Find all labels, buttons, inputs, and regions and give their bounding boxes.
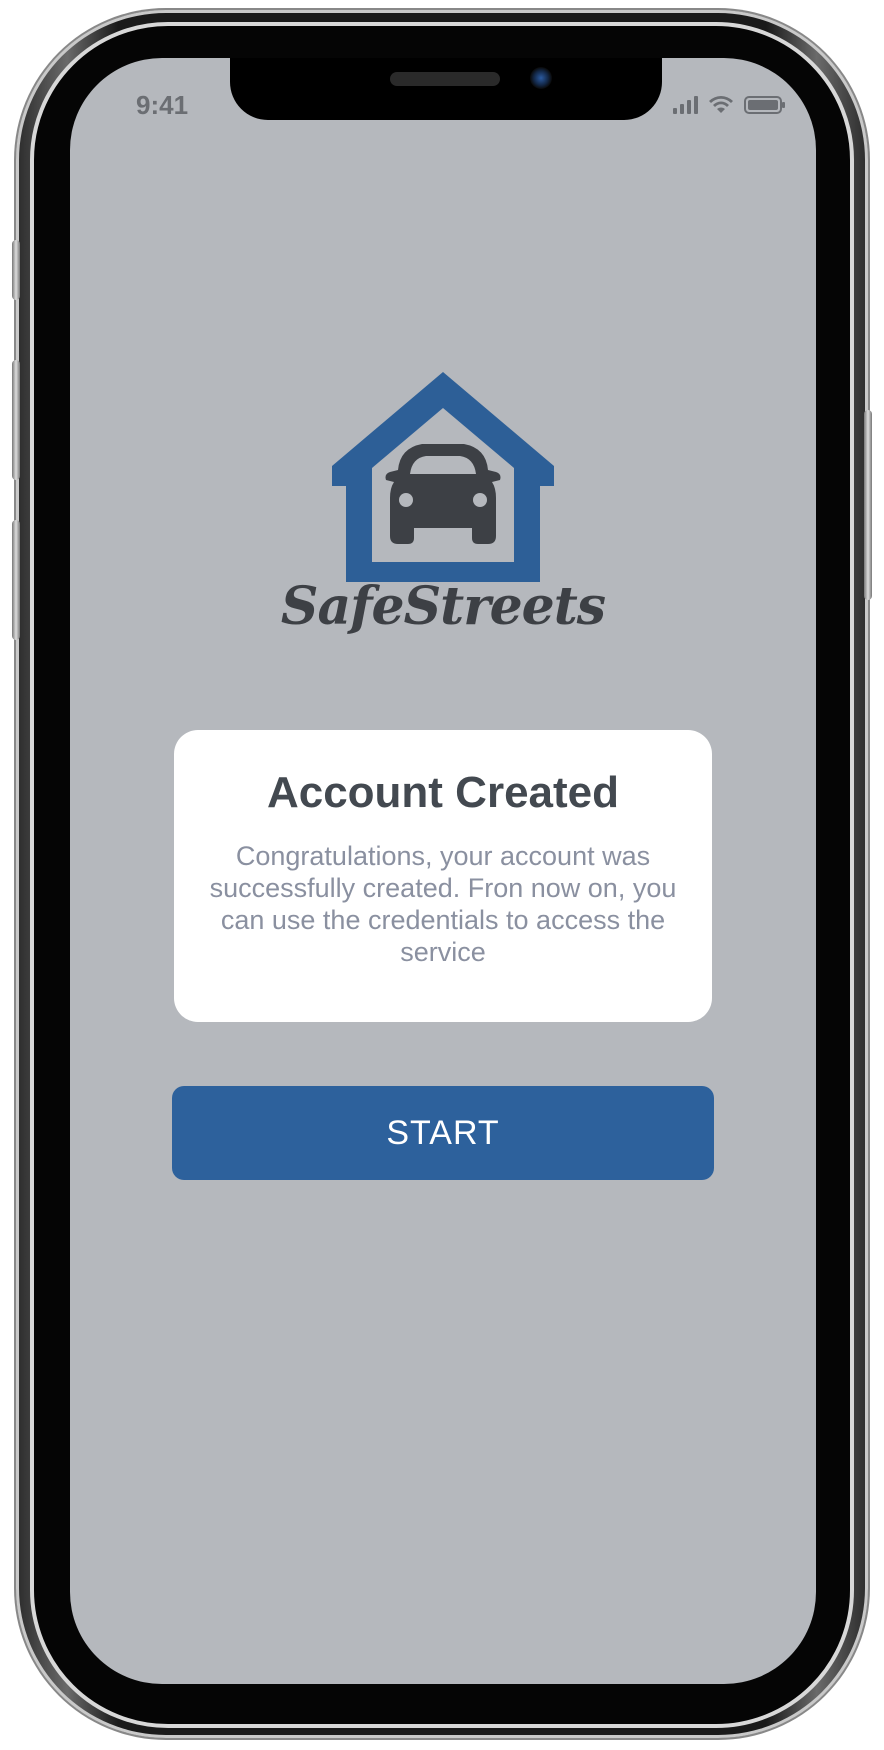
notch bbox=[230, 58, 662, 120]
speaker-grille bbox=[390, 72, 500, 86]
app-screen: 9:41 SafeStreets Account Created Congrat… bbox=[70, 58, 816, 1684]
start-button[interactable]: START bbox=[172, 1086, 714, 1180]
house-car-icon bbox=[332, 372, 554, 582]
card-title: Account Created bbox=[266, 768, 620, 817]
brand-name: SafeStreets bbox=[280, 576, 606, 637]
volume-up-button bbox=[12, 360, 20, 480]
wifi-icon bbox=[709, 96, 733, 113]
card-message: Congratulations, your account was succes… bbox=[209, 841, 677, 967]
status-icons bbox=[673, 94, 785, 114]
volume-down-button bbox=[12, 520, 20, 640]
signal-icon bbox=[673, 96, 698, 114]
battery-icon bbox=[744, 96, 785, 114]
status-time: 9:41 bbox=[136, 90, 189, 120]
brand-logo: SafeStreets bbox=[70, 368, 816, 637]
power-button bbox=[864, 410, 872, 600]
front-camera-icon bbox=[530, 67, 552, 89]
account-created-card: Account Created Congratulations, your ac… bbox=[174, 730, 712, 1022]
mute-switch bbox=[12, 240, 20, 300]
